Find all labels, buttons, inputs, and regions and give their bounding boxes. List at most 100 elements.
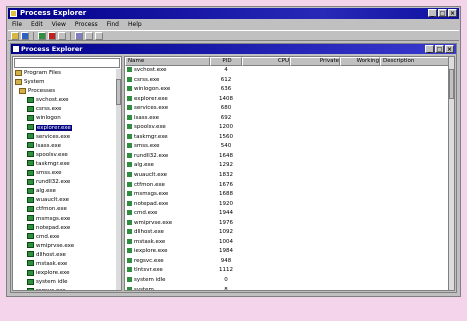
tree-scrollbar[interactable] xyxy=(116,69,121,290)
tree-item[interactable]: Processes xyxy=(13,87,121,96)
tree-item[interactable]: lsass.exe xyxy=(13,142,121,151)
table-row[interactable]: wmiprvse.exe 1976 xyxy=(125,219,454,229)
menu-view[interactable]: View xyxy=(52,20,66,29)
table-cell xyxy=(340,200,380,210)
process-name: system idle xyxy=(134,277,166,284)
tree-item[interactable]: System xyxy=(13,78,121,87)
column-description[interactable]: Description xyxy=(380,57,454,66)
table-row[interactable]: system 8 xyxy=(125,286,454,290)
tree-item[interactable]: explorer.exe xyxy=(13,124,121,133)
process-name: notepad.exe xyxy=(134,200,169,207)
table-cell xyxy=(340,142,380,152)
table-row[interactable]: spoolsv.exe 1200 xyxy=(125,123,454,133)
table-cell xyxy=(380,152,454,162)
table-row[interactable]: msmsgs.exe 1688 xyxy=(125,190,454,200)
column-private[interactable]: Private xyxy=(290,57,340,66)
column-pid[interactable]: PID xyxy=(210,57,242,66)
minimize-button[interactable]: _ xyxy=(428,9,437,17)
table-row[interactable]: smss.exe 540 xyxy=(125,142,454,152)
menu-help[interactable]: Help xyxy=(128,20,142,29)
options-icon[interactable] xyxy=(95,31,103,40)
tree-item[interactable]: csrss.exe xyxy=(13,105,121,114)
table-cell: 680 xyxy=(220,105,232,112)
open-icon[interactable] xyxy=(11,31,19,40)
table-row[interactable]: dllhost.exe 1092 xyxy=(125,228,454,238)
menu-edit[interactable]: Edit xyxy=(31,20,43,29)
table-row[interactable]: csrss.exe 612 xyxy=(125,76,454,86)
table-cell: 636 xyxy=(220,86,232,93)
table-row[interactable]: ctfmon.exe 1676 xyxy=(125,181,454,191)
table-cell: 0 xyxy=(224,277,228,284)
child-maximize-button[interactable]: □ xyxy=(435,45,444,53)
table-row[interactable]: winlogon.exe 636 xyxy=(125,85,454,95)
tree-item[interactable]: wuauclt.exe xyxy=(13,196,121,205)
tree-item[interactable]: system idle xyxy=(13,278,121,287)
tree-item-label: Program Files xyxy=(24,70,62,76)
save-icon[interactable] xyxy=(21,31,29,40)
tree-item[interactable]: ctfmon.exe xyxy=(13,205,121,214)
properties-icon[interactable] xyxy=(58,31,66,40)
table-row[interactable]: wuauclt.exe 1832 xyxy=(125,171,454,181)
table-cell xyxy=(380,123,454,133)
tree-item[interactable]: iexplore.exe xyxy=(13,269,121,278)
tree-item[interactable]: taskmgr.exe xyxy=(13,160,121,169)
table-row[interactable]: tlntsvr.exe 1112 xyxy=(125,266,454,276)
tree-item[interactable]: Program Files xyxy=(13,69,121,78)
tree-item[interactable]: rundll32.exe xyxy=(13,178,121,187)
table-row[interactable]: svchost.exe 4 xyxy=(125,66,454,76)
tree-item[interactable]: svchost.exe xyxy=(13,96,121,105)
table-row[interactable]: regsvc.exe 948 xyxy=(125,257,454,267)
menu-find[interactable]: Find xyxy=(107,20,119,29)
tree-item[interactable]: spoolsv.exe xyxy=(13,151,121,160)
column-cpu[interactable]: CPU xyxy=(242,57,290,66)
tree-item[interactable]: winlogon xyxy=(13,114,121,123)
tree-scroll-thumb[interactable] xyxy=(116,79,121,105)
table-row[interactable]: iexplore.exe 1984 xyxy=(125,247,454,257)
tree-item[interactable]: services.exe xyxy=(13,133,121,142)
table-row[interactable]: mstask.exe 1004 xyxy=(125,238,454,248)
path-field[interactable] xyxy=(14,58,120,68)
process-icon xyxy=(127,114,132,120)
table-cell xyxy=(380,247,454,257)
child-minimize-button[interactable]: _ xyxy=(425,45,434,53)
table-row[interactable]: alg.exe 1292 xyxy=(125,161,454,171)
title-bar[interactable]: Process Explorer _ □ × xyxy=(8,8,459,19)
table-row[interactable]: notepad.exe 1920 xyxy=(125,200,454,210)
child-title-bar[interactable]: Process Explorer _ □ × xyxy=(11,44,456,54)
menu-file[interactable]: File xyxy=(12,20,22,29)
table-row[interactable]: cmd.exe 1944 xyxy=(125,209,454,219)
tree-item[interactable]: alg.exe xyxy=(13,187,121,196)
child-close-button[interactable]: × xyxy=(445,45,454,53)
menu-process[interactable]: Process xyxy=(75,20,98,29)
tree-item[interactable]: dllhost.exe xyxy=(13,251,121,260)
table-cell xyxy=(340,152,380,162)
table-row[interactable]: explorer.exe 1408 xyxy=(125,95,454,105)
kill-process-icon[interactable] xyxy=(48,31,56,40)
table-cell xyxy=(380,228,454,238)
refresh-icon[interactable] xyxy=(38,31,46,40)
table-cell: spoolsv.exe xyxy=(125,123,210,133)
list-scrollbar[interactable] xyxy=(448,57,454,290)
column-name[interactable]: Name xyxy=(125,57,210,66)
tree-item[interactable]: msmsgs.exe xyxy=(13,215,121,224)
column-working[interactable]: Working xyxy=(340,57,380,66)
table-row[interactable]: services.exe 680 xyxy=(125,104,454,114)
table-row[interactable]: rundll32.exe 1648 xyxy=(125,152,454,162)
close-button[interactable]: × xyxy=(448,9,457,17)
app-icon xyxy=(10,10,17,17)
tree-item[interactable]: regsvc.exe xyxy=(13,287,121,290)
table-row[interactable]: lsass.exe 692 xyxy=(125,114,454,124)
table-row[interactable]: system idle 0 xyxy=(125,276,454,286)
list-scroll-thumb[interactable] xyxy=(449,69,454,99)
table-row[interactable]: taskmgr.exe 1560 xyxy=(125,133,454,143)
tree-item[interactable]: notepad.exe xyxy=(13,224,121,233)
view-icon[interactable] xyxy=(85,31,93,40)
find-icon[interactable] xyxy=(75,31,83,40)
maximize-button[interactable]: □ xyxy=(438,9,447,17)
table-cell xyxy=(290,123,340,133)
tree-item[interactable]: mstask.exe xyxy=(13,260,121,269)
tree-item-label: winlogon xyxy=(36,115,61,122)
tree-item[interactable]: smss.exe xyxy=(13,169,121,178)
tree-item[interactable]: wmiprvse.exe xyxy=(13,242,121,251)
tree-item[interactable]: cmd.exe xyxy=(13,233,121,242)
